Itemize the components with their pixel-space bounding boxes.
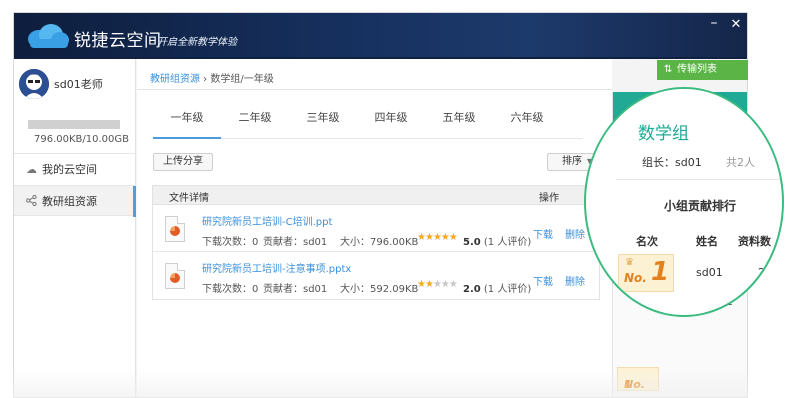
file-size: 大小：796.00KB — [340, 237, 419, 248]
star-rating: ★★★★★ — [417, 279, 458, 290]
title-bar: 锐捷云空间 开启全新教学体验 – ✕ — [14, 13, 747, 59]
avatar[interactable] — [19, 69, 49, 99]
ranking-member-name: sd01 — [696, 266, 723, 279]
star-filled-icon: ★ — [424, 232, 434, 243]
contributor: 贡献者：sd01 — [263, 284, 328, 295]
rank-badge-number: 1 — [651, 257, 670, 287]
upload-share-button[interactable]: 上传分享 — [153, 153, 213, 171]
storage-quota-text: 796.00KB/10.00GB — [34, 134, 130, 145]
star-filled-icon: ★ — [448, 232, 458, 243]
breadcrumb-current: 数学组/一年级 — [210, 74, 274, 85]
ppt-file-icon — [165, 216, 185, 242]
file-table: 文件详情 操作 研究院新员工培训-C培训.ppt 下载次数：0 贡献者：sd01… — [152, 185, 601, 300]
star-empty-icon: ★ — [448, 279, 458, 290]
sidebar-item-label: 教研组资源 — [42, 195, 97, 208]
download-button[interactable]: 下载 — [533, 273, 553, 288]
rating-score: 5.0 — [463, 237, 481, 248]
table-row: 研究院新员工培训-C培训.ppt 下载次数：0 贡献者：sd01 大小：796.… — [153, 206, 601, 252]
grade-tabs: 一年级 二年级 三年级 四年级 五年级 六年级 — [153, 109, 593, 135]
storage-quota-bar — [28, 120, 120, 129]
app-slogan: 开启全新教学体验 — [157, 37, 237, 48]
tab-grade-1[interactable]: 一年级 — [153, 109, 221, 127]
close-icon[interactable]: ✕ — [728, 17, 744, 33]
chevron-down-icon[interactable]: ⌄ — [96, 76, 104, 86]
star-rating: ★★★★★ — [417, 232, 458, 243]
minimize-icon[interactable]: – — [706, 15, 722, 31]
star-empty-icon: ★ — [440, 279, 450, 290]
rating-text: 5.0 (1 人评价) — [463, 233, 531, 248]
sidebar-item-my-cloud[interactable]: ☁ 我的云空间 — [14, 153, 136, 184]
group-leader: 组长：sd01 — [642, 156, 702, 169]
sidebar-item-label: 我的云空间 — [42, 163, 97, 176]
rank-badge-mini: No. 1 — [617, 367, 659, 391]
download-button[interactable]: 下载 — [533, 226, 553, 241]
sidebar: sd01老师 ⌄ 796.00KB/10.00GB ☁ 我的云空间 教研组资源 — [14, 59, 136, 397]
app-title: 锐捷云空间 — [74, 31, 162, 51]
download-count: 下载次数：0 — [202, 284, 259, 295]
transfer-list-button[interactable]: ⇅ 传输列表 — [657, 60, 748, 80]
ranking-member-count: 2 — [758, 266, 765, 279]
star-filled-icon: ★ — [417, 232, 426, 243]
share-icon — [26, 186, 37, 217]
transfer-icon: ⇅ — [664, 64, 673, 75]
ranking-title: 小组贡献排行 — [664, 199, 737, 213]
column-header-op: 操作 — [539, 193, 559, 204]
sort-label: 排序 — [562, 156, 582, 167]
cloud-icon: ☁ — [26, 163, 37, 176]
star-empty-icon: ★ — [432, 279, 442, 290]
contributor: 贡献者：sd01 — [263, 237, 328, 248]
rank-badge-prefix: No. — [624, 271, 647, 285]
rating-count: (1 人评价) — [483, 284, 532, 295]
cloud-logo-icon — [28, 24, 69, 48]
ranking-header-rank: 名次 — [636, 235, 658, 248]
tab-grade-6[interactable]: 六年级 — [493, 109, 561, 127]
star-filled-icon: ★ — [424, 279, 434, 290]
tab-grade-4[interactable]: 四年级 — [357, 109, 425, 127]
column-header-file: 文件详情 — [169, 193, 209, 204]
tab-grade-3[interactable]: 三年级 — [289, 109, 357, 127]
magnifier-callout: 数学组 组长：sd01 共2人 小组贡献排行 名次 姓名 资料数 ♛ No. 1… — [584, 87, 784, 317]
download-count: 下载次数：0 — [202, 237, 259, 248]
star-filled-icon: ★ — [417, 279, 426, 290]
transfer-list-label: 传输列表 — [677, 64, 717, 75]
main-content: 教研组资源 › 数学组/一年级 一年级 二年级 三年级 四年级 五年级 六年级 … — [137, 59, 612, 397]
file-size: 大小：592.09KB — [340, 284, 419, 295]
breadcrumb-separator: › — [200, 74, 211, 85]
active-tab-indicator — [153, 137, 221, 139]
divider — [137, 89, 612, 90]
rating-count: (1 人评价) — [483, 237, 532, 248]
ranking-header-name: 姓名 — [696, 235, 718, 248]
table-row: 研究院新员工培训-注意事项.pptx 下载次数：0 贡献者：sd01 大小：59… — [153, 253, 601, 299]
table-header: 文件详情 操作 — [153, 186, 601, 205]
ranking-header-count: 资料数 — [738, 235, 771, 248]
divider — [616, 179, 782, 180]
breadcrumb-root-link[interactable]: 教研组资源 — [150, 74, 200, 85]
rating-score: 2.0 — [463, 284, 481, 295]
star-filled-icon: ★ — [440, 232, 450, 243]
crown-icon: ♛ — [625, 257, 634, 268]
group-name: 数学组 — [638, 124, 689, 144]
rating-text: 2.0 (1 人评价) — [463, 280, 531, 295]
delete-button[interactable]: 删除 — [565, 226, 585, 241]
tab-grade-2[interactable]: 二年级 — [221, 109, 289, 127]
rank-badge: ♛ No. 1 — [618, 254, 674, 292]
sidebar-item-group-resources[interactable]: 教研组资源 — [14, 185, 136, 217]
user-avatar-icon — [19, 69, 49, 99]
breadcrumb: 教研组资源 › 数学组/一年级 — [150, 70, 274, 85]
delete-button[interactable]: 删除 — [565, 273, 585, 288]
group-member-count: 共2人 — [726, 156, 755, 169]
file-name-link[interactable]: 研究院新员工培训-C培训.ppt — [202, 213, 332, 228]
star-filled-icon: ★ — [432, 232, 442, 243]
tab-grade-5[interactable]: 五年级 — [425, 109, 493, 127]
file-name-link[interactable]: 研究院新员工培训-注意事项.pptx — [202, 260, 351, 275]
ppt-file-icon — [165, 263, 185, 289]
